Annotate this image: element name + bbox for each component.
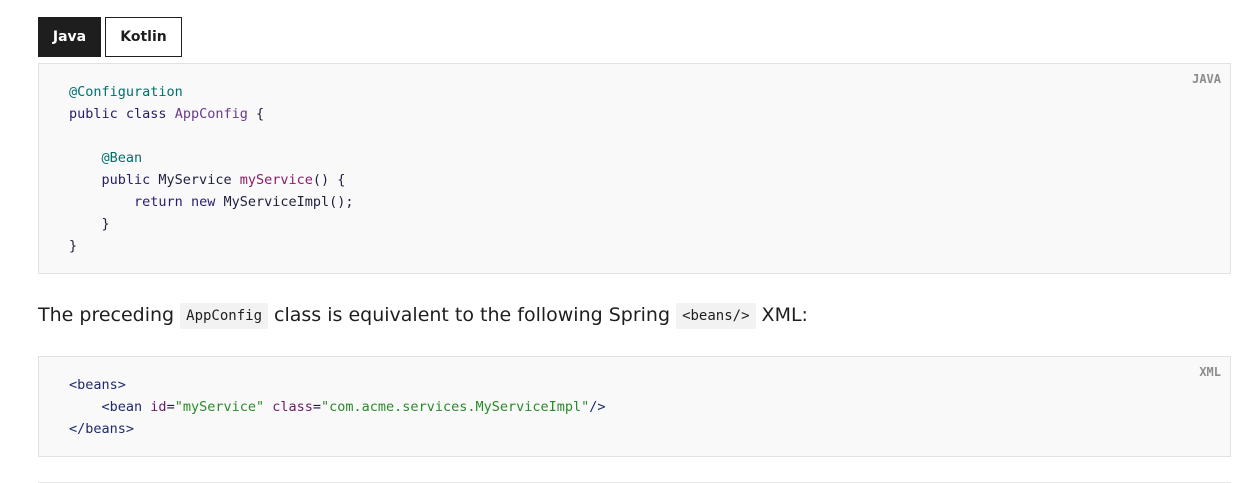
code-token: MyServiceImpl(); [223, 194, 354, 210]
code-line: @Bean [69, 147, 354, 169]
code-token: AppConfig [174, 106, 248, 122]
code-token: @Bean [101, 150, 143, 166]
xml-code-block: XML <beans> <bean id="myService" class="… [38, 356, 1231, 457]
tab-java[interactable]: Java [38, 17, 101, 57]
code-token: MyService [158, 172, 240, 188]
code-line: <beans> [69, 374, 606, 396]
code-language-label: XML [1199, 365, 1221, 379]
code-line: return new MyServiceImpl(); [69, 191, 354, 213]
prose-text: The preceding [38, 304, 181, 326]
inline-code-appconfig: AppConfig [180, 303, 268, 329]
code-token: = [166, 399, 175, 415]
code-token: <bean [101, 399, 151, 415]
prose-text: class is equivalent to the following Spr… [268, 304, 677, 326]
code-line: } [69, 235, 354, 257]
description-paragraph: The preceding AppConfig class is equival… [38, 300, 808, 330]
xml-code: <beans> <bean id="myService" class="com.… [69, 374, 606, 440]
code-line: <bean id="myService" class="com.acme.ser… [69, 396, 606, 418]
code-token: myService [239, 172, 313, 188]
inline-code-beans: <beans/> [676, 303, 756, 329]
code-token: = [312, 399, 322, 415]
code-token: "com.acme.services.MyServiceImpl" [321, 399, 590, 415]
code-token: id [150, 399, 167, 415]
code-token: <beans> [69, 377, 126, 393]
code-line: public class AppConfig { [69, 103, 354, 125]
code-token: "myService" [174, 399, 265, 415]
code-token: } [69, 216, 110, 232]
code-token: return [134, 194, 191, 210]
code-token: } [69, 238, 78, 254]
java-code: @Configuration public class AppConfig { @… [69, 81, 354, 257]
code-token: public [69, 106, 126, 122]
code-token: { [247, 106, 265, 122]
prose-text: XML: [755, 304, 808, 326]
code-token: </beans> [69, 421, 135, 437]
code-token: /> [589, 399, 606, 415]
code-line: public MyService myService() { [69, 169, 354, 191]
code-token: () { [312, 172, 346, 188]
code-token: class [272, 399, 313, 415]
language-tabs: Java Kotlin [38, 17, 182, 57]
code-line: } [69, 213, 354, 235]
code-token: public [101, 172, 159, 188]
code-line: @Configuration [69, 81, 354, 103]
code-token: class [125, 106, 175, 122]
java-code-block: JAVA @Configuration public class AppConfi… [38, 63, 1231, 274]
code-line: </beans> [69, 418, 606, 440]
code-token: @Configuration [69, 84, 183, 100]
code-token: new [190, 194, 224, 210]
tab-kotlin[interactable]: Kotlin [105, 17, 182, 57]
code-language-label: JAVA [1192, 72, 1221, 86]
